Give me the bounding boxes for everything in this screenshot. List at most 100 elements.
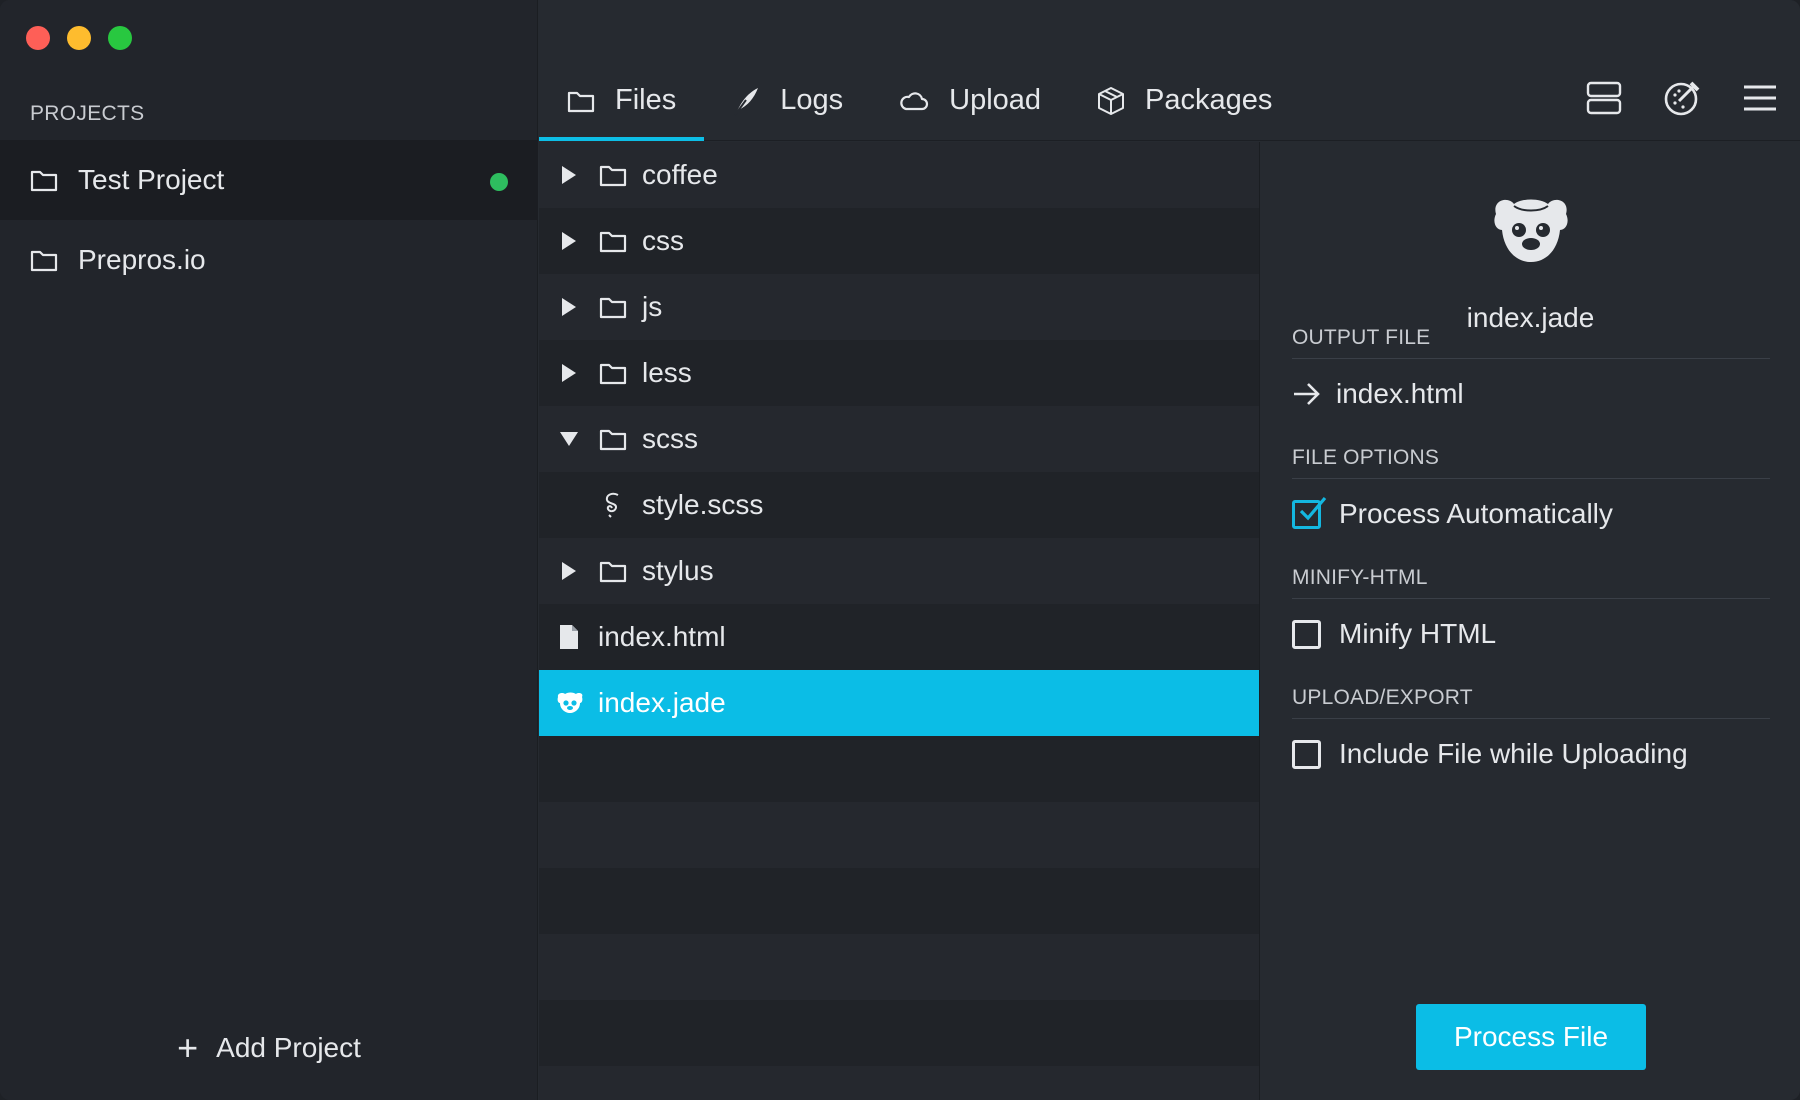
toolbar-actions <box>1584 78 1780 118</box>
tree-item-label: scss <box>642 423 698 454</box>
add-project-button[interactable]: + Add Project <box>0 1020 538 1076</box>
expand-arrow-icon <box>562 562 576 580</box>
tab-logs[interactable]: Logs <box>704 60 871 141</box>
tree-item-label: stylus <box>642 555 714 586</box>
document-icon <box>560 625 578 649</box>
project-item-test-project[interactable]: Test Project <box>0 140 538 220</box>
tree-folder-scss[interactable]: scss <box>539 406 1259 472</box>
close-window-button[interactable] <box>26 26 50 50</box>
tab-label: Upload <box>949 84 1042 116</box>
output-file-row[interactable]: index.html <box>1292 359 1770 429</box>
projects-sidebar: PROJECTS Test Project Prepros.io + Add P… <box>0 0 538 1100</box>
package-icon <box>1098 86 1125 115</box>
tree-folder-stylus[interactable]: stylus <box>539 538 1259 604</box>
tab-label: Logs <box>780 84 844 116</box>
feather-icon <box>734 87 759 116</box>
tree-file-style-scss[interactable]: style.scss <box>539 472 1259 538</box>
main-tabs: Files Logs Upload Packages <box>539 60 1300 141</box>
project-name: Test Project <box>78 164 225 195</box>
tree-item-label: coffee <box>642 159 718 190</box>
minify-html-option[interactable]: Minify HTML <box>1292 599 1770 669</box>
menu-button[interactable] <box>1740 78 1780 118</box>
folder-icon <box>599 363 627 385</box>
color-picker-button[interactable] <box>1662 78 1702 118</box>
empty-row <box>539 1066 1259 1100</box>
menu-icon <box>1744 85 1776 111</box>
upload-export-heading: UPLOAD/EXPORT <box>1292 686 1770 719</box>
tree-item-label: less <box>642 357 692 388</box>
tree-file-index-html[interactable]: index.html <box>539 604 1259 670</box>
expand-arrow-icon <box>562 166 576 184</box>
file-options-heading: FILE OPTIONS <box>1292 446 1770 479</box>
top-toolbar: Files Logs Upload Packages <box>539 0 1800 141</box>
expand-arrow-icon <box>562 298 576 316</box>
app-window: PROJECTS Test Project Prepros.io + Add P… <box>0 0 1800 1100</box>
project-list: Test Project Prepros.io <box>0 140 538 300</box>
file-details-panel: index.jade OUTPUT FILE index.html FILE O… <box>1261 142 1800 1100</box>
folder-icon <box>30 170 58 192</box>
arrow-right-icon <box>1294 383 1320 405</box>
tree-file-index-jade[interactable]: index.jade <box>539 670 1259 736</box>
tree-item-label: index.html <box>598 621 726 652</box>
process-automatically-checkbox[interactable] <box>1292 496 1327 529</box>
output-file-section: OUTPUT FILE index.html <box>1292 326 1770 429</box>
expand-arrow-icon <box>562 232 576 250</box>
tree-item-label: style.scss <box>642 489 764 520</box>
sass-icon <box>605 492 619 518</box>
process-automatically-option[interactable]: Process Automatically <box>1292 479 1770 549</box>
folder-icon <box>599 561 627 583</box>
tree-item-label: index.jade <box>598 687 726 718</box>
include-file-option[interactable]: Include File while Uploading <box>1292 719 1770 789</box>
folder-icon <box>599 297 627 319</box>
empty-row <box>539 934 1259 1000</box>
projects-heading: PROJECTS <box>30 102 145 125</box>
status-indicator <box>490 173 508 191</box>
file-options-section: FILE OPTIONS Process Automatically <box>1292 446 1770 549</box>
project-item-prepros-io[interactable]: Prepros.io <box>0 220 538 300</box>
process-automatically-label: Process Automatically <box>1339 498 1613 529</box>
tree-folder-less[interactable]: less <box>539 340 1259 406</box>
minify-html-section: MINIFY-HTML Minify HTML <box>1292 566 1770 669</box>
tab-packages[interactable]: Packages <box>1069 60 1300 141</box>
tab-label: Files <box>615 84 677 116</box>
maximize-window-button[interactable] <box>108 26 132 50</box>
empty-row <box>539 1000 1259 1066</box>
cloud-icon <box>900 91 929 110</box>
pug-logo-icon <box>1494 199 1568 262</box>
tab-files[interactable]: Files <box>539 60 705 141</box>
collapse-arrow-icon <box>560 432 578 446</box>
checkmark-icon <box>1299 496 1327 520</box>
minify-html-heading: MINIFY-HTML <box>1292 566 1770 599</box>
window-controls <box>26 26 132 50</box>
tab-label: Packages <box>1145 84 1273 116</box>
server-button[interactable] <box>1584 78 1624 118</box>
color-picker-icon <box>1664 81 1700 116</box>
plus-icon: + <box>177 1027 199 1068</box>
output-file-name: index.html <box>1336 378 1464 409</box>
tree-folder-js[interactable]: js <box>539 274 1259 340</box>
folder-icon <box>599 165 627 187</box>
folder-icon <box>567 91 595 112</box>
upload-export-section: UPLOAD/EXPORT Include File while Uploadi… <box>1292 686 1770 789</box>
server-icon <box>1586 81 1622 115</box>
folder-icon <box>30 250 58 272</box>
folder-icon <box>599 429 627 451</box>
expand-arrow-icon <box>562 364 576 382</box>
minify-html-label: Minify HTML <box>1339 618 1497 649</box>
empty-row <box>539 736 1259 802</box>
add-project-label: Add Project <box>216 1032 361 1063</box>
empty-row <box>539 868 1259 934</box>
minify-html-checkbox[interactable] <box>1292 619 1321 649</box>
process-file-button[interactable]: Process File <box>1416 1004 1646 1070</box>
tree-folder-coffee[interactable]: coffee <box>539 142 1259 208</box>
project-name: Prepros.io <box>78 244 206 275</box>
tree-item-label: js <box>642 291 663 322</box>
pug-icon <box>557 692 583 713</box>
tab-upload[interactable]: Upload <box>871 60 1069 141</box>
output-file-heading: OUTPUT FILE <box>1292 326 1770 359</box>
tree-item-label: css <box>642 225 684 256</box>
include-file-checkbox[interactable] <box>1292 739 1321 769</box>
include-file-label: Include File while Uploading <box>1339 738 1688 769</box>
minimize-window-button[interactable] <box>67 26 91 50</box>
tree-folder-css[interactable]: css <box>539 208 1259 274</box>
